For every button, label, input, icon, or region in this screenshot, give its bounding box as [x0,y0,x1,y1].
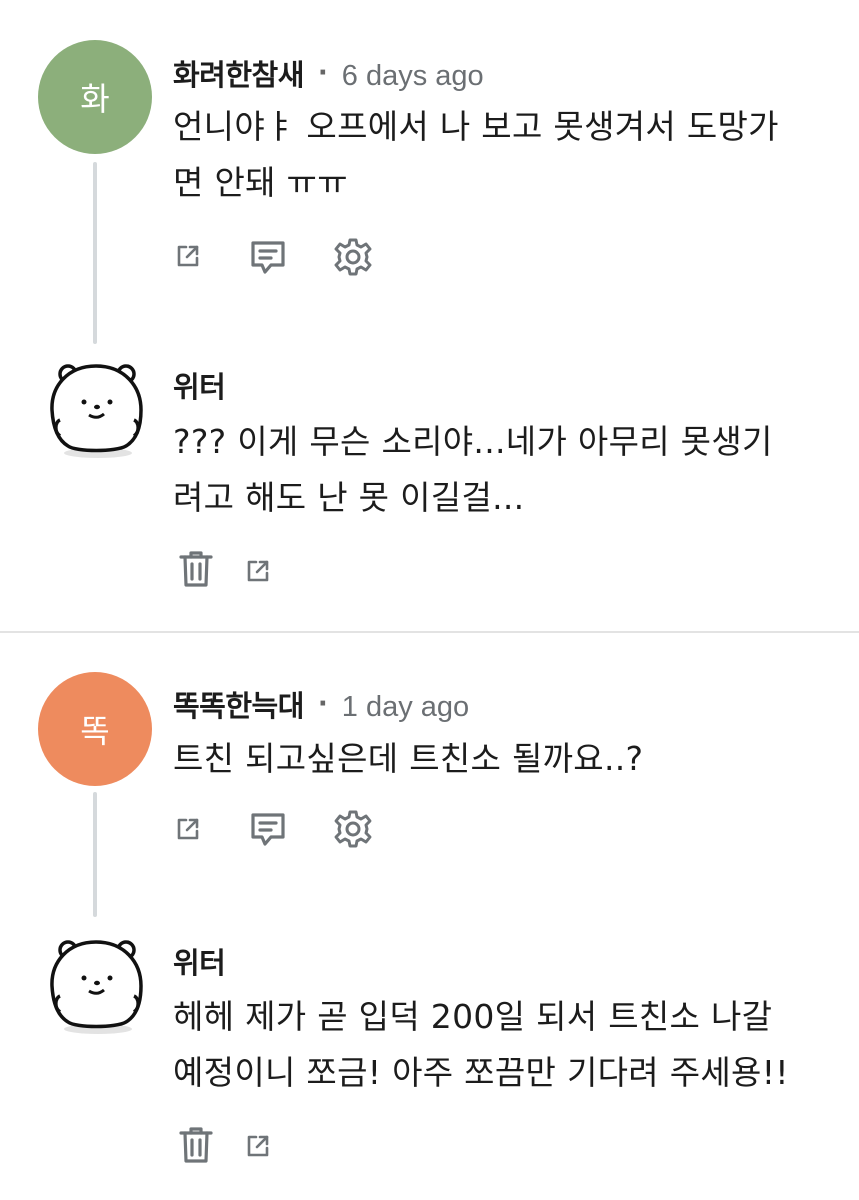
comment-text: 언니야ㅑ 오프에서 나 보고 못생겨서 도망가 면 안돼 ㅠㅠ [173,99,833,211]
reply-text: ??? 이게 무슨 소리야...네가 아무리 못생기 려고 해도 난 못 이길걸… [173,414,833,526]
reply-text-line: 려고 해도 난 못 이길걸... [173,478,525,517]
username[interactable]: 화려한참새 [173,52,304,94]
bear-avatar[interactable] [46,936,146,1036]
delete-icon[interactable] [176,548,216,590]
share-icon[interactable] [172,240,204,272]
comment-text: 트친 되고싶은데 트친소 될까요..? [173,731,833,787]
reply-icon[interactable] [245,234,291,280]
username[interactable]: 위터 [173,940,226,982]
reply-header: 위터 [173,364,226,406]
timestamp[interactable]: 6 days ago [342,60,484,93]
settings-icon[interactable] [330,806,376,852]
share-icon[interactable] [242,555,274,587]
avatar-letter: 화 [80,80,110,118]
thread-divider [0,631,859,633]
thread-line [93,162,97,344]
comment-text-line: 언니야ㅑ 오프에서 나 보고 못생겨서 도망가 [173,107,779,146]
separator-dot: · [317,58,328,88]
share-icon[interactable] [242,1130,274,1162]
avatar[interactable]: 똑 [38,672,152,786]
username[interactable]: 똑똑한늑대 [173,683,304,725]
thread-line [93,792,97,917]
comment-header: 똑똑한늑대 · 1 day ago [173,683,469,725]
timestamp[interactable]: 1 day ago [342,691,469,724]
reply-text: 헤헤 제가 곧 입덕 200일 되서 트친소 나갈 예정이니 쪼금! 아주 쪼끔… [173,989,833,1101]
reply-text-line: ??? 이게 무슨 소리야...네가 아무리 못생기 [173,422,773,461]
comment-text-line: 면 안돼 ㅠㅠ [173,163,348,202]
reply-text-line: 예정이니 쪼금! 아주 쪼끔만 기다려 주세용!! [173,1053,789,1092]
share-icon[interactable] [172,813,204,845]
reply-header: 위터 [173,940,226,982]
comment-header: 화려한참새 · 6 days ago [173,52,484,94]
avatar-letter: 똑 [80,712,110,750]
reply-icon[interactable] [245,806,291,852]
comment-text-line: 트친 되고싶은데 트친소 될까요..? [173,739,644,778]
reply-text-line: 헤헤 제가 곧 입덕 200일 되서 트친소 나갈 [173,997,773,1036]
settings-icon[interactable] [330,234,376,280]
delete-icon[interactable] [176,1124,216,1166]
bear-avatar[interactable] [46,360,146,460]
separator-dot: · [317,689,328,719]
username[interactable]: 위터 [173,364,226,406]
avatar[interactable]: 화 [38,40,152,154]
